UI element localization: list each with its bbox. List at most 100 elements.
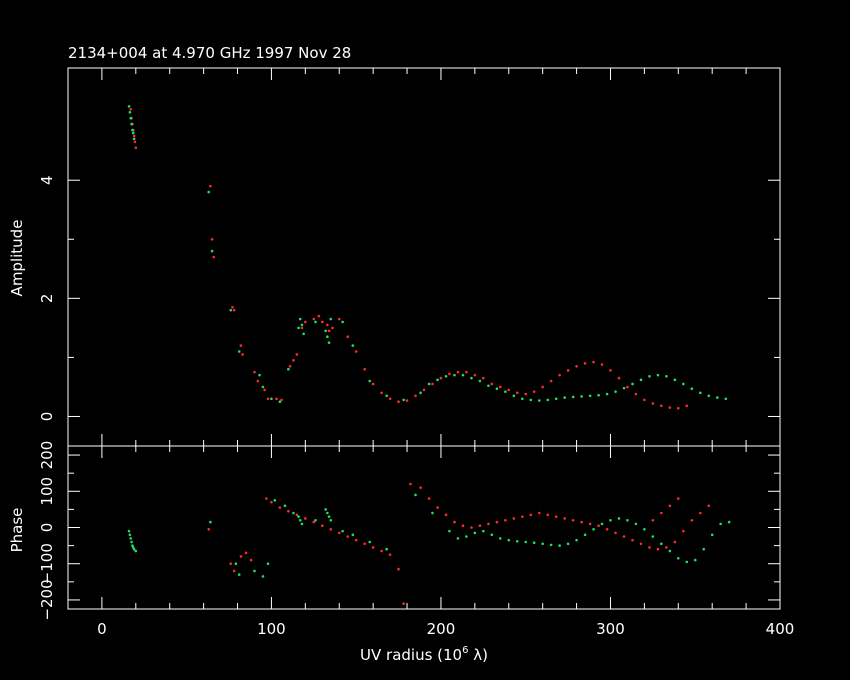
y-tick-label: 0 [38,523,56,533]
data-point-green [427,382,431,386]
data-point-green [575,538,578,542]
data-point-red [575,364,578,368]
data-point-green [324,329,327,333]
data-point-red [470,526,473,529]
data-point-green [229,308,233,312]
data-point-green [617,517,621,520]
data-point-red [453,520,456,524]
y-tick-label: 2 [38,294,56,304]
y-tick-label: 200 [38,441,56,470]
data-point-green [656,373,660,377]
data-point-red [566,369,570,372]
data-point-red [478,524,482,527]
data-point-red [690,518,694,522]
data-point-green [648,375,651,378]
data-point-green [521,397,524,401]
data-point-green [210,249,214,253]
data-point-red [132,134,136,138]
data-point-red [371,546,375,549]
data-point-red [571,518,575,522]
data-point-red [529,513,533,517]
data-point-red [504,518,507,522]
data-point-green [431,511,434,515]
data-point-red [436,506,439,509]
data-point-green [130,540,133,544]
data-point-green [495,387,499,391]
data-point-red [444,513,448,517]
data-point-green [341,320,344,324]
data-point-red [617,376,621,380]
data-point-red [292,359,295,362]
data-point-green [622,386,626,390]
data-point-green [131,131,135,135]
data-point-red [524,392,528,396]
data-point-green [351,344,355,347]
y-tick-label: −200 [38,579,56,620]
data-point-green [643,528,646,531]
data-point-green [682,382,685,386]
data-point-green [128,110,132,114]
data-point-red [300,326,304,330]
data-point-red [592,360,595,364]
data-point-green [368,379,372,383]
data-point-red [388,553,392,556]
data-point-green [326,335,329,339]
data-point-green [453,373,456,377]
data-point-red [265,497,268,500]
data-point-red [212,255,216,259]
data-point-green [549,543,553,547]
data-point-red [354,538,358,542]
data-point-green [456,537,460,540]
data-point-green [512,394,516,398]
data-point-red [263,388,266,392]
data-point-green [131,128,134,132]
data-point-red [326,323,329,327]
data-point-red [699,511,702,515]
data-point-red [465,370,468,374]
data-point-red [278,506,282,509]
data-point-red [134,146,138,150]
data-point-red [320,320,324,324]
x-tick-label: 200 [427,620,456,638]
data-point-red [614,531,617,535]
data-point-green [127,105,131,108]
data-point-green [676,556,680,560]
data-point-green [515,539,519,543]
data-point-green [461,373,465,377]
x-tick-label: 100 [257,620,286,638]
data-point-green [690,387,694,391]
plot-background [0,0,850,680]
data-point-red [239,344,243,347]
data-point-green [414,493,417,497]
data-point-red [270,500,273,504]
data-point-green [639,378,643,382]
data-point-red [363,367,366,371]
data-point-red [643,398,646,402]
y-tick-label: 0 [38,412,56,422]
data-point-green [592,528,595,531]
data-point-green [693,558,697,562]
data-point-green [609,518,612,522]
data-point-red [521,515,524,518]
data-point-green [300,522,304,526]
data-point-red [631,538,634,542]
data-point-green [558,544,561,547]
data-point-green [419,391,422,395]
data-point-green [478,379,482,383]
data-point-green [583,533,587,537]
data-point-red [546,513,550,517]
data-point-red [583,362,587,365]
x-axis-label-base: UV radius (10 [360,646,462,664]
data-point-red [685,404,689,408]
x-tick-label: 0 [97,620,107,638]
data-point-red [304,320,307,324]
data-point-red [580,520,583,524]
data-point-red [229,562,233,566]
data-point-green [351,533,355,537]
data-point-green [498,537,502,540]
amplitude-axis-label: Amplitude [8,220,26,297]
data-point-red [682,529,685,533]
data-point-green [314,320,317,324]
data-point-green [287,367,290,371]
data-point-green [132,137,136,141]
